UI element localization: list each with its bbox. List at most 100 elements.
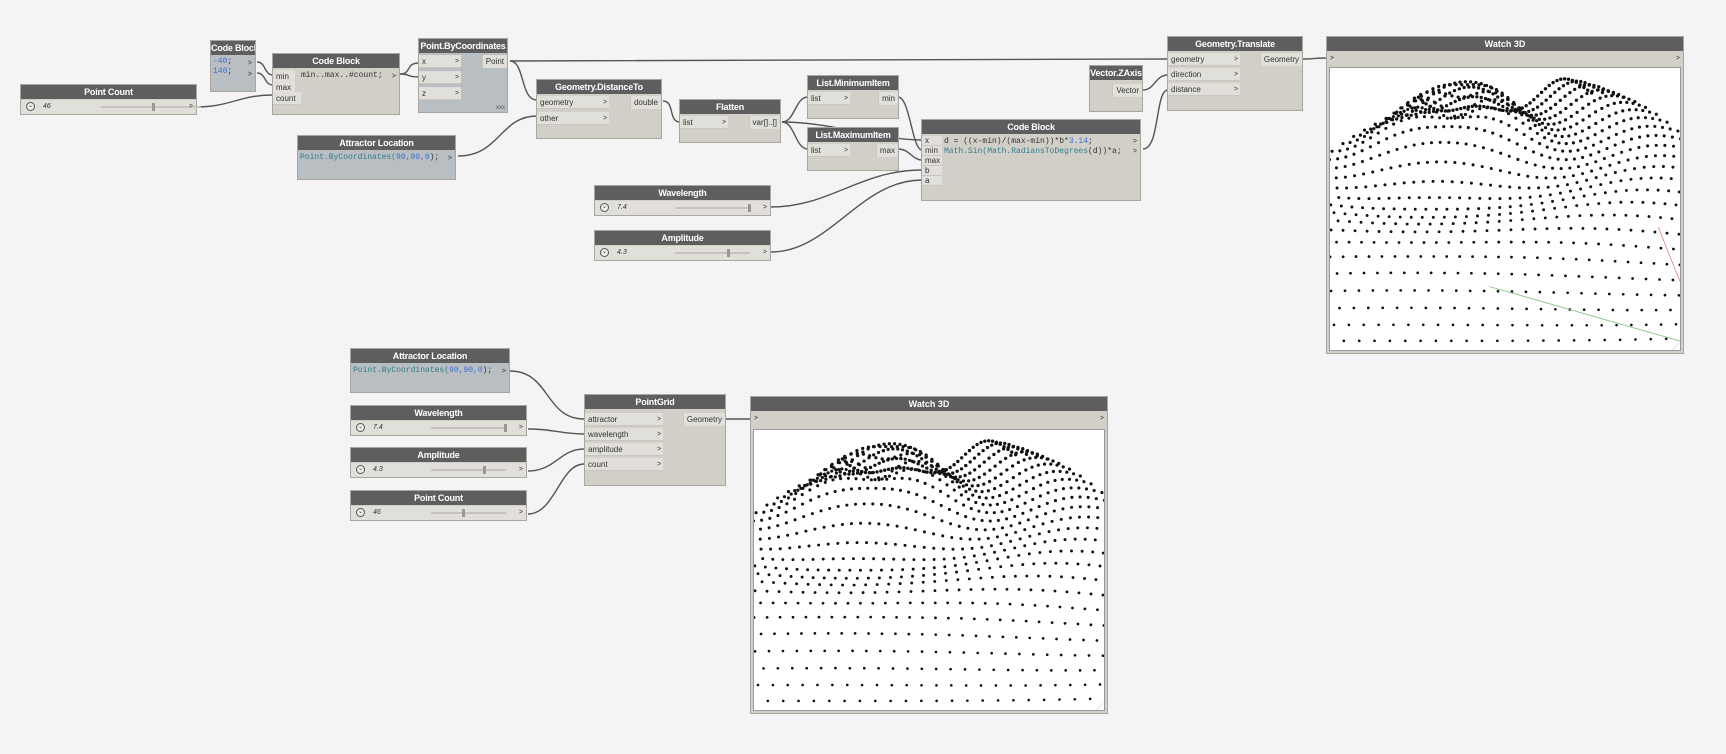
input-port-b[interactable]: b bbox=[922, 166, 942, 176]
point bbox=[1561, 84, 1566, 88]
point bbox=[1061, 487, 1065, 491]
point bbox=[1447, 241, 1451, 244]
dropdown-icon[interactable]: ⌄ bbox=[356, 465, 365, 474]
code-block-range-node[interactable]: Code Block min max count min..max..#coun… bbox=[272, 53, 400, 115]
watch-3d-node-top[interactable]: Watch 3D > > ⋰ bbox=[1326, 36, 1684, 354]
slider-track[interactable] bbox=[431, 427, 506, 429]
dropdown-icon[interactable]: ⌄ bbox=[356, 508, 365, 517]
input-port-distance[interactable]: distance bbox=[1168, 83, 1240, 96]
pointgrid-node[interactable]: PointGrid attractor > wavelength > ampli… bbox=[584, 394, 726, 486]
graph-canvas[interactable]: Point Count ⌄ 46 > Code Block -40; 140; … bbox=[0, 0, 1726, 754]
geometry-distance-to-node[interactable]: Geometry.DistanceTo geometry > other > d… bbox=[536, 79, 662, 139]
point bbox=[1528, 126, 1532, 131]
input-port-amplitude[interactable]: amplitude bbox=[585, 443, 663, 456]
point bbox=[1442, 113, 1446, 118]
list-minimum-item-node[interactable]: List.MinimumItem list > min bbox=[807, 75, 899, 119]
resize-handle-icon[interactable]: ⋰ bbox=[1673, 343, 1679, 350]
slider-thumb[interactable] bbox=[462, 509, 465, 517]
code-text[interactable]: min..max..#count; bbox=[301, 71, 383, 81]
input-port-max[interactable]: max bbox=[922, 156, 942, 166]
output-port-geometry[interactable]: Geometry bbox=[1259, 53, 1302, 66]
point bbox=[915, 493, 919, 497]
point bbox=[1658, 278, 1661, 281]
dropdown-icon[interactable]: ⌄ bbox=[600, 248, 609, 257]
amplitude-slider-node[interactable]: Amplitude ⌄ 4.3 > bbox=[594, 230, 771, 261]
wavelength-slider-node-bottom[interactable]: Wavelength ⌄ 7.4 > bbox=[350, 405, 527, 436]
point bbox=[1371, 221, 1374, 225]
3d-viewport[interactable] bbox=[1329, 67, 1681, 351]
input-port-wavelength[interactable]: wavelength bbox=[585, 428, 663, 441]
slider-thumb[interactable] bbox=[727, 249, 730, 257]
point bbox=[962, 555, 966, 559]
dropdown-icon[interactable]: ⌄ bbox=[26, 102, 35, 111]
attractor-location-node-bottom[interactable]: Attractor Location Point.ByCoordinates(9… bbox=[350, 348, 510, 393]
input-port-min[interactable]: min bbox=[922, 146, 942, 156]
input-port-x[interactable]: x bbox=[922, 136, 942, 146]
attractor-location-node[interactable]: Attractor Location Point.ByCoordinates(9… bbox=[297, 135, 456, 180]
dropdown-icon[interactable]: ⌄ bbox=[600, 203, 609, 212]
code-text[interactable]: Point.ByCoordinates(90,90,0); bbox=[300, 153, 439, 163]
point bbox=[1453, 215, 1457, 219]
code-text[interactable]: -40; 140; bbox=[213, 57, 232, 77]
slider-track[interactable] bbox=[101, 106, 201, 108]
lacing-indicator[interactable]: xxx bbox=[496, 105, 505, 111]
flatten-node[interactable]: Flatten list > var[]..[] bbox=[679, 99, 781, 143]
input-port-geometry[interactable]: geometry bbox=[1168, 53, 1240, 66]
3d-viewport[interactable] bbox=[753, 429, 1105, 711]
input-port-geometry[interactable]: geometry bbox=[537, 96, 609, 109]
input-port-direction[interactable]: direction bbox=[1168, 68, 1240, 81]
code-block-formula-node[interactable]: Code Block x min max b a d = ((x-min)/(m… bbox=[921, 119, 1141, 201]
input-port-count[interactable]: count bbox=[585, 458, 663, 471]
slider-thumb[interactable] bbox=[483, 466, 486, 474]
amplitude-slider-node-bottom[interactable]: Amplitude ⌄ 4.3 > bbox=[350, 447, 527, 478]
point bbox=[1574, 257, 1578, 261]
point bbox=[1338, 306, 1341, 310]
point bbox=[1462, 162, 1466, 166]
point bbox=[792, 506, 796, 510]
point-by-coordinates-node[interactable]: Point.ByCoordinates x > y > z > Point xx… bbox=[418, 38, 508, 113]
output-port-max[interactable]: max bbox=[875, 144, 898, 157]
slider-track[interactable] bbox=[675, 252, 750, 254]
wavelength-slider-node[interactable]: Wavelength ⌄ 7.4 > bbox=[594, 185, 771, 216]
point bbox=[1563, 94, 1567, 98]
input-port-other[interactable]: other bbox=[537, 112, 609, 125]
geometry-translate-node[interactable]: Geometry.Translate geometry > direction … bbox=[1167, 36, 1303, 111]
output-port-point[interactable]: Point bbox=[481, 55, 507, 68]
input-port-a[interactable]: a bbox=[922, 176, 942, 186]
list-maximum-item-node[interactable]: List.MaximumItem list > max bbox=[807, 127, 899, 171]
slider-thumb[interactable] bbox=[504, 424, 507, 432]
node-title: List.MaximumItem bbox=[808, 128, 898, 142]
slider-track[interactable] bbox=[431, 469, 506, 471]
code-text[interactable]: Point.ByCoordinates(90,90,0); bbox=[353, 366, 492, 376]
input-port-attractor[interactable]: attractor bbox=[585, 413, 663, 426]
vector-z-axis-node[interactable]: Vector.ZAxis Vector bbox=[1089, 65, 1143, 112]
slider-track[interactable] bbox=[431, 512, 506, 514]
input-port-count[interactable]: count bbox=[273, 92, 301, 105]
slider-track[interactable] bbox=[675, 207, 750, 209]
point bbox=[1638, 135, 1642, 139]
point bbox=[1402, 109, 1406, 113]
dropdown-icon[interactable]: ⌄ bbox=[356, 423, 365, 432]
output-port-min[interactable]: min bbox=[878, 92, 898, 105]
point bbox=[878, 444, 882, 449]
output-port-flat-list[interactable]: var[]..[] bbox=[748, 116, 780, 129]
output-port-geometry[interactable]: Geometry bbox=[682, 413, 725, 426]
point bbox=[1080, 549, 1084, 553]
point-count-slider-node[interactable]: Point Count ⌄ 46 > bbox=[20, 84, 201, 115]
output-port-double[interactable]: double bbox=[629, 96, 661, 109]
slider-thumb[interactable] bbox=[152, 103, 155, 111]
point bbox=[1444, 160, 1448, 164]
point bbox=[822, 525, 826, 529]
input-port-list[interactable]: list bbox=[680, 116, 728, 129]
code-block-range-values[interactable]: Code Block -40; 140; > > bbox=[210, 40, 256, 92]
resize-handle-icon[interactable]: ⋰ bbox=[1097, 703, 1103, 710]
point bbox=[886, 523, 890, 527]
point bbox=[1424, 306, 1428, 310]
point bbox=[1412, 143, 1416, 147]
output-port-vector[interactable]: Vector bbox=[1112, 84, 1142, 97]
chevron-right-icon: > bbox=[603, 99, 608, 106]
code-text[interactable]: d = ((x-min)/(max-min))*b*3.14; Math.Sin… bbox=[944, 137, 1122, 157]
slider-thumb[interactable] bbox=[748, 204, 751, 212]
watch-3d-node-bottom[interactable]: Watch 3D > > ⋰ bbox=[750, 396, 1108, 714]
point-count-slider-node-bottom[interactable]: Point Count ⌄ 46 > bbox=[350, 490, 527, 521]
